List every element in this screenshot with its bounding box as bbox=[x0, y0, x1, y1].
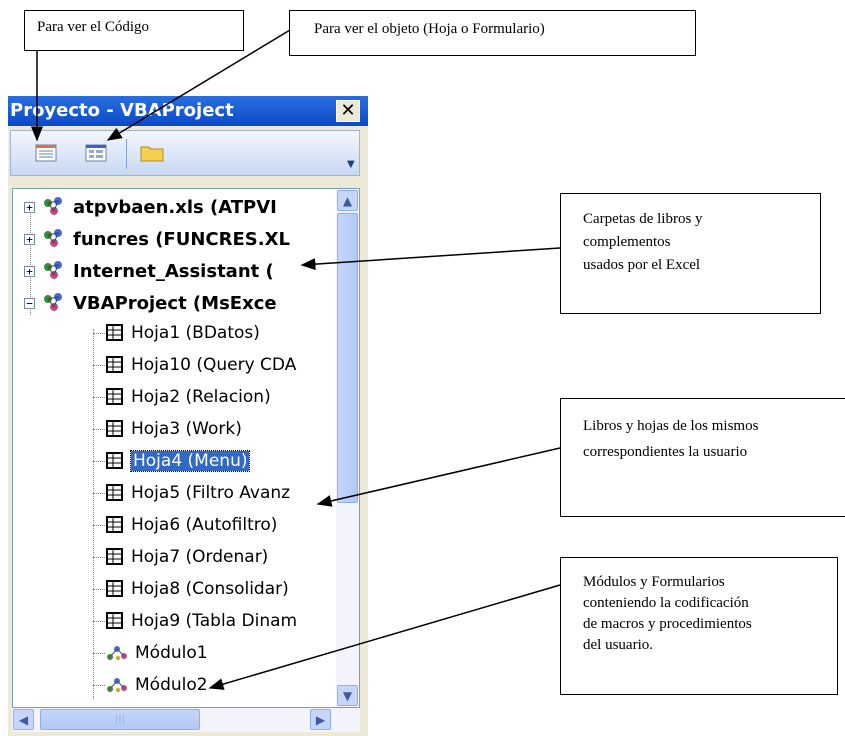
vba-project-icon bbox=[44, 229, 62, 247]
toggle-folders-icon[interactable] bbox=[139, 141, 165, 165]
scroll-right-icon[interactable]: ▶ bbox=[310, 709, 331, 730]
tree-item-project[interactable]: + Internet_Assistant ( bbox=[24, 255, 274, 287]
scroll-up-icon[interactable]: ▲ bbox=[337, 190, 358, 211]
vertical-scrollbar[interactable]: ▲ ▼ bbox=[336, 189, 359, 707]
tree-item-sheet[interactable]: Hoja9 (Tabla Dinam bbox=[93, 605, 297, 637]
tree-item-label: Módulo2 bbox=[135, 675, 208, 695]
panel-toolbar: ▼ bbox=[10, 130, 360, 176]
tree-item-sheet[interactable]: Hoja2 (Relacion) bbox=[93, 381, 271, 413]
tree-item-label: atpvbaen.xls (ATPVI bbox=[73, 196, 277, 218]
tree-item-project[interactable]: + funcres (FUNCRES.XL bbox=[24, 223, 290, 255]
worksheet-icon bbox=[106, 356, 123, 373]
module-icon bbox=[107, 678, 127, 692]
tree-item-label: Hoja4 (Menu) bbox=[129, 450, 251, 472]
worksheet-icon bbox=[106, 548, 123, 565]
expand-icon[interactable]: + bbox=[24, 201, 35, 213]
tree-connector bbox=[93, 685, 105, 686]
horizontal-scrollbar[interactable]: ◀ ||| ▶ bbox=[12, 708, 360, 732]
tree-item-label: Módulo1 bbox=[135, 643, 208, 663]
worksheet-icon bbox=[106, 420, 123, 437]
tree-item-module[interactable]: Módulo2 bbox=[93, 669, 208, 701]
worksheet-icon bbox=[106, 484, 123, 501]
tree-item-label: Hoja5 (Filtro Avanz bbox=[131, 483, 291, 503]
tree-connector bbox=[93, 461, 105, 462]
tree-item-label: VBAProject (MsExce bbox=[73, 292, 277, 314]
worksheet-icon bbox=[106, 324, 123, 341]
tree-connector bbox=[93, 621, 105, 622]
callout-modules-line: del usuario. bbox=[583, 637, 653, 653]
project-tree: + atpvbaen.xls (ATPVI + funcres (FUNCRES… bbox=[12, 188, 360, 708]
tree-item-label: Internet_Assistant ( bbox=[73, 260, 274, 282]
tree-item-label: Hoja3 (Work) bbox=[131, 419, 242, 439]
callout-folders-line: usados por el Excel bbox=[583, 257, 701, 273]
callout-folders-line: Carpetas de libros y bbox=[583, 211, 703, 227]
worksheet-icon bbox=[106, 580, 123, 597]
horizontal-scroll-thumb[interactable]: ||| bbox=[40, 709, 200, 730]
callout-books-line: Libros y hojas de los mismos bbox=[583, 418, 759, 434]
tree-item-label: Hoja7 (Ordenar) bbox=[131, 547, 269, 567]
tree-item-sheet[interactable]: Hoja1 (BDatos) bbox=[93, 317, 260, 349]
tree-connector bbox=[93, 365, 105, 366]
scroll-down-icon[interactable]: ▼ bbox=[337, 685, 358, 706]
scroll-left-icon[interactable]: ◀ bbox=[13, 709, 34, 730]
close-button[interactable]: ✕ bbox=[336, 100, 360, 122]
tree-item-label: Hoja1 (BDatos) bbox=[131, 323, 260, 343]
view-object-icon[interactable] bbox=[83, 141, 109, 165]
callout-modules: Módulos y Formularios conteniendo la cod… bbox=[560, 557, 838, 695]
tree-connector bbox=[93, 397, 105, 398]
callout-object-view-text: Para ver el objeto (Hoja o Formulario) bbox=[314, 21, 545, 37]
collapse-icon[interactable]: − bbox=[24, 297, 35, 309]
tree-item-project[interactable]: − VBAProject (MsExce bbox=[24, 287, 277, 319]
worksheet-icon bbox=[106, 516, 123, 533]
tree-connector bbox=[93, 429, 105, 430]
tree-item-sheet[interactable]: Hoja10 (Query CDA bbox=[93, 349, 296, 381]
tree-item-label: funcres (FUNCRES.XL bbox=[73, 228, 290, 250]
tree-item-sheet[interactable]: Hoja5 (Filtro Avanz bbox=[93, 477, 290, 509]
vertical-scroll-thumb[interactable] bbox=[337, 213, 358, 503]
tree-item-sheet[interactable]: Hoja7 (Ordenar) bbox=[93, 541, 268, 573]
callout-books: Libros y hojas de los mismos correspondi… bbox=[560, 398, 845, 517]
tree-connector bbox=[93, 333, 105, 334]
callout-books-line: correspondientes la usuario bbox=[583, 444, 748, 460]
vba-project-icon bbox=[44, 197, 62, 215]
tree-item-label: Hoja9 (Tabla Dinam bbox=[131, 611, 298, 631]
worksheet-icon bbox=[106, 452, 123, 469]
toolbar-separator bbox=[126, 139, 127, 169]
view-code-icon[interactable] bbox=[33, 141, 59, 165]
callout-object-view: Para ver el objeto (Hoja o Formulario) bbox=[289, 10, 696, 56]
callout-modules-line: Módulos y Formularios bbox=[583, 574, 725, 590]
tree-item-sheet[interactable]: Hoja8 (Consolidar) bbox=[93, 573, 289, 605]
vba-project-icon bbox=[44, 293, 62, 311]
module-icon bbox=[107, 646, 127, 660]
worksheet-icon bbox=[106, 612, 123, 629]
vba-project-icon bbox=[44, 261, 62, 279]
tree-connector bbox=[93, 493, 105, 494]
tree-connector bbox=[93, 589, 105, 590]
callout-modules-line: de macros y procedimientos bbox=[583, 616, 752, 632]
tree-connector bbox=[93, 557, 105, 558]
tree-item-sheet-selected[interactable]: Hoja4 (Menu) bbox=[93, 445, 251, 477]
expand-icon[interactable]: + bbox=[24, 265, 35, 277]
project-explorer-panel: Proyecto - VBAProject ✕ ▼ + atpvbaen.xls… bbox=[8, 96, 368, 736]
callout-code-view-text: Para ver el Código bbox=[37, 19, 150, 35]
tree-item-project[interactable]: + atpvbaen.xls (ATPVI bbox=[24, 191, 277, 223]
expand-icon[interactable]: + bbox=[24, 233, 35, 245]
callout-modules-line: conteniendo la codificación bbox=[583, 595, 749, 611]
tree-item-sheet[interactable]: Hoja6 (Autofiltro) bbox=[93, 509, 277, 541]
tree-connector bbox=[93, 653, 105, 654]
tree-item-label: Hoja2 (Relacion) bbox=[131, 387, 271, 407]
tree-item-sheet[interactable]: Hoja3 (Work) bbox=[93, 413, 242, 445]
callout-folders-line: complementos bbox=[583, 234, 671, 250]
tree-item-module[interactable]: Módulo1 bbox=[93, 637, 208, 669]
tree-item-label: Hoja6 (Autofiltro) bbox=[131, 515, 278, 535]
panel-titlebar[interactable]: Proyecto - VBAProject ✕ bbox=[8, 96, 368, 126]
callout-code-view: Para ver el Código bbox=[24, 10, 244, 51]
tree-connector bbox=[93, 525, 105, 526]
callout-folders: Carpetas de libros y complementos usados… bbox=[560, 193, 821, 314]
tree-item-label: Hoja8 (Consolidar) bbox=[131, 579, 289, 599]
panel-title: Proyecto - VBAProject bbox=[10, 100, 234, 121]
toolbar-overflow-icon[interactable]: ▼ bbox=[347, 159, 357, 171]
tree-item-label: Hoja10 (Query CDA bbox=[131, 355, 297, 375]
worksheet-icon bbox=[106, 388, 123, 405]
